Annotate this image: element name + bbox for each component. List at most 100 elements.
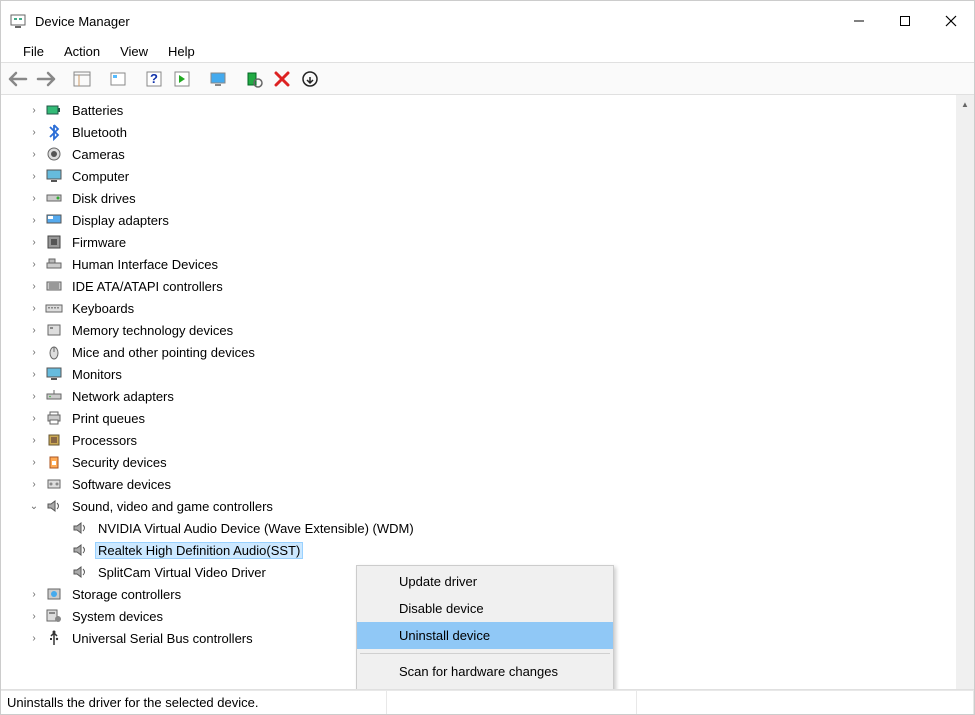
tree-label[interactable]: Universal Serial Bus controllers [69,630,256,647]
tree-item[interactable]: › Display adapters [27,209,956,231]
chevron-right-icon[interactable]: › [27,587,41,601]
chevron-right-icon[interactable]: › [27,455,41,469]
update-driver-button[interactable] [297,66,323,92]
vertical-scrollbar[interactable]: ▲ [956,95,974,689]
chevron-right-icon[interactable]: › [27,235,41,249]
menu-view[interactable]: View [110,42,158,61]
tree-label[interactable]: Disk drives [69,190,139,207]
speaker-icon [71,519,89,537]
tree-item[interactable]: › Print queues [27,407,956,429]
tree-label[interactable]: Keyboards [69,300,137,317]
chevron-right-icon[interactable]: › [27,213,41,227]
disk-icon [45,189,63,207]
tree-label[interactable]: Software devices [69,476,174,493]
tree-label[interactable]: Display adapters [69,212,172,229]
help-button[interactable]: ? [141,66,167,92]
chevron-right-icon[interactable]: › [27,147,41,161]
context-menu-item[interactable]: Update driver [357,568,613,595]
close-button[interactable] [928,1,974,41]
chevron-right-icon[interactable]: › [27,631,41,645]
tree-item[interactable]: › Processors [27,429,956,451]
chevron-right-icon[interactable]: › [27,389,41,403]
chevron-right-icon[interactable]: › [27,279,41,293]
tree-item[interactable]: › Computer [27,165,956,187]
tree-label[interactable]: NVIDIA Virtual Audio Device (Wave Extens… [95,520,417,537]
tree-label[interactable]: SplitCam Virtual Video Driver [95,564,269,581]
tree-label[interactable]: Batteries [69,102,126,119]
scan-hardware-button[interactable] [241,66,267,92]
tree-item[interactable]: › Software devices [27,473,956,495]
back-button[interactable] [5,66,31,92]
tree-item[interactable]: › Cameras [27,143,956,165]
tree-item[interactable]: › Bluetooth [27,121,956,143]
tree-item[interactable]: ⌄ Sound, video and game controllers [27,495,956,517]
menu-action[interactable]: Action [54,42,110,61]
tree-label[interactable]: Sound, video and game controllers [69,498,276,515]
tree-label[interactable]: Memory technology devices [69,322,236,339]
window-title: Device Manager [35,14,130,29]
tree-item[interactable]: › Disk drives [27,187,956,209]
maximize-button[interactable] [882,1,928,41]
chevron-right-icon[interactable]: › [27,609,41,623]
menubar: File Action View Help [1,41,974,63]
tree-item[interactable]: › IDE ATA/ATAPI controllers [27,275,956,297]
tree-label[interactable]: Mice and other pointing devices [69,344,258,361]
tree-item[interactable]: › Batteries [27,99,956,121]
chevron-right-icon[interactable]: › [27,477,41,491]
forward-button[interactable] [33,66,59,92]
properties-button[interactable] [105,66,131,92]
tree-item[interactable]: NVIDIA Virtual Audio Device (Wave Extens… [53,517,956,539]
chevron-right-icon[interactable]: › [27,411,41,425]
tree-item[interactable]: › Memory technology devices [27,319,956,341]
tree-label[interactable]: Storage controllers [69,586,184,603]
chevron-right-icon[interactable]: › [27,345,41,359]
tree-label[interactable]: Security devices [69,454,170,471]
tree-label[interactable]: System devices [69,608,166,625]
tree-item[interactable]: Realtek High Definition Audio(SST) [53,539,956,561]
context-menu-separator [360,689,610,690]
chevron-right-icon[interactable]: › [27,169,41,183]
tree-label[interactable]: Monitors [69,366,125,383]
tree-item[interactable]: › Keyboards [27,297,956,319]
remove-button[interactable] [269,66,295,92]
tree-label[interactable]: Processors [69,432,140,449]
tree-label[interactable]: Print queues [69,410,148,427]
context-menu-item[interactable]: Uninstall device [357,622,613,649]
tree-item[interactable]: › Security devices [27,451,956,473]
tree-item[interactable]: › Monitors [27,363,956,385]
tree-label[interactable]: Network adapters [69,388,177,405]
chevron-right-icon[interactable]: › [27,433,41,447]
context-menu-item[interactable]: Disable device [357,595,613,622]
chevron-right-icon[interactable]: › [27,103,41,117]
tree-item[interactable]: › Human Interface Devices [27,253,956,275]
tree-label[interactable]: Cameras [69,146,128,163]
tree-label[interactable]: Bluetooth [69,124,130,141]
tree-label[interactable]: Human Interface Devices [69,256,221,273]
status-text: Uninstalls the driver for the selected d… [7,691,387,714]
show-tree-button[interactable] [69,66,95,92]
tree-label[interactable]: Firmware [69,234,129,251]
tree-item[interactable]: › Mice and other pointing devices [27,341,956,363]
chevron-right-icon[interactable]: › [27,191,41,205]
scroll-up-icon[interactable]: ▲ [961,95,969,113]
chevron-right-icon[interactable]: › [27,257,41,271]
go-button[interactable] [169,66,195,92]
tree-item[interactable]: › Network adapters [27,385,956,407]
context-menu-item[interactable]: Scan for hardware changes [357,658,613,685]
tree-label[interactable]: IDE ATA/ATAPI controllers [69,278,226,295]
menu-file[interactable]: File [13,42,54,61]
chevron-right-icon[interactable]: › [27,323,41,337]
display-button[interactable] [205,66,231,92]
chevron-down-icon[interactable]: ⌄ [27,499,41,513]
speaker-icon [71,541,89,559]
software-icon [45,475,63,493]
chevron-right-icon[interactable]: › [27,301,41,315]
chevron-right-icon[interactable]: › [27,367,41,381]
tree-item[interactable]: › Firmware [27,231,956,253]
menu-help[interactable]: Help [158,42,205,61]
tree-label[interactable]: Realtek High Definition Audio(SST) [95,542,303,559]
minimize-button[interactable] [836,1,882,41]
ide-icon [45,277,63,295]
chevron-right-icon[interactable]: › [27,125,41,139]
tree-label[interactable]: Computer [69,168,132,185]
